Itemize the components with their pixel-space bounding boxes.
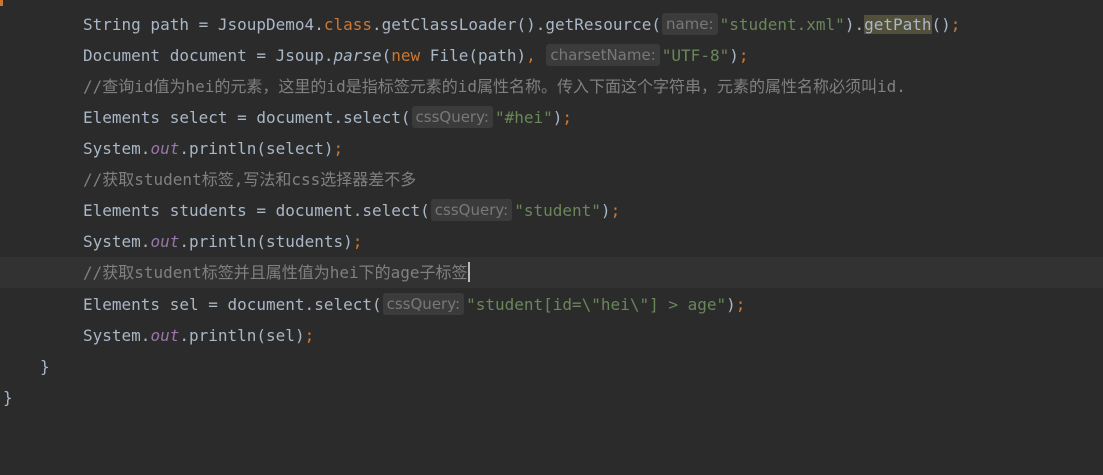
semicolon: ;: [562, 108, 573, 127]
code-line-9-current[interactable]: //获取student标签并且属性值为hei下的age子标签: [0, 257, 1103, 288]
closing-brace: }: [40, 357, 50, 376]
code-line-6[interactable]: //获取student标签,写法和css选择器差不多: [0, 164, 1103, 195]
code-token: .println(select): [179, 139, 334, 158]
semicolon: ;: [304, 326, 315, 345]
code-line-12[interactable]: }: [0, 351, 1103, 382]
code-token: Document document = Jsoup.: [83, 46, 334, 65]
code-token: Elements sel = document.select(: [83, 295, 382, 314]
code-editor[interactable]: String path = JsoupDemo4.class.getClassL…: [0, 0, 1103, 434]
semicolon: ;: [333, 139, 344, 158]
breakpoint-marker: [0, 0, 3, 6]
code-token: File(path): [420, 46, 527, 65]
code-token: .getClassLoader().getResource(: [372, 15, 661, 34]
parameter-hint: cssQuery:: [382, 293, 465, 315]
code-line-7[interactable]: Elements students = document.select(cssQ…: [0, 195, 1103, 226]
comment: //获取student标签,写法和css选择器差不多: [83, 170, 417, 189]
code-token: System.: [83, 139, 151, 158]
static-field: out: [150, 232, 180, 251]
code-line-5[interactable]: System.out.println(select);: [0, 133, 1103, 164]
code-token: (: [381, 46, 392, 65]
highlighted-method: getPath: [864, 15, 932, 34]
comment: //查询id值为hei的元素，这里的id是指标签元素的id属性名称。传入下面这个…: [83, 77, 906, 96]
string-literal: "UTF-8": [661, 46, 730, 65]
code-text: String path = JsoupDemo4.class.getClassL…: [83, 9, 960, 40]
semicolon: ;: [352, 232, 363, 251]
semicolon: ;: [735, 295, 746, 314]
semicolon: ;: [738, 46, 749, 65]
string-literal: "student[id=\"hei\"] > age": [466, 295, 727, 314]
code-token: .println(students): [179, 232, 353, 251]
closing-brace: }: [3, 388, 13, 407]
keyword-token: new: [391, 46, 421, 65]
code-text: System.out.println(sel);: [83, 320, 314, 351]
code-token: System.: [83, 232, 151, 251]
comma: ,: [526, 46, 536, 65]
code-text: Elements sel = document.select(cssQuery:…: [83, 289, 745, 320]
string-literal: "#hei": [494, 108, 553, 127]
semicolon: ;: [610, 201, 621, 220]
code-token: ): [726, 295, 736, 314]
text-caret: [467, 262, 470, 282]
static-method: parse: [333, 46, 382, 65]
code-text: System.out.println(students);: [83, 226, 362, 257]
code-token: ): [552, 108, 563, 127]
code-line-11[interactable]: System.out.println(sel);: [0, 320, 1103, 351]
code-line-13[interactable]: }: [0, 382, 1103, 413]
code-token: Elements students = document.select(: [83, 201, 430, 220]
static-field: out: [150, 139, 180, 158]
code-text: Document document = Jsoup.parse(new File…: [83, 40, 749, 71]
code-token: System.: [83, 326, 151, 345]
code-token: ): [729, 46, 739, 65]
parameter-hint: charsetName:: [546, 44, 660, 66]
parameter-hint: cssQuery:: [430, 199, 513, 221]
code-text: //获取student标签并且属性值为hei下的age子标签: [83, 257, 470, 288]
code-token: String path = JsoupDemo4.: [83, 15, 324, 34]
code-line-10[interactable]: Elements sel = document.select(cssQuery:…: [0, 289, 1103, 320]
static-field: out: [150, 326, 180, 345]
code-token: Elements select = document.select(: [83, 108, 411, 127]
code-token: (): [931, 15, 951, 34]
code-text: Elements select = document.select(cssQue…: [83, 102, 572, 133]
parameter-hint: name:: [661, 13, 718, 35]
code-line-2[interactable]: Document document = Jsoup.parse(new File…: [0, 40, 1103, 71]
semicolon: ;: [950, 15, 961, 34]
code-line-3[interactable]: //查询id值为hei的元素，这里的id是指标签元素的id属性名称。传入下面这个…: [0, 71, 1103, 102]
parameter-hint: cssQuery:: [411, 106, 493, 128]
comment: //获取student标签并且属性值为hei下的age子标签: [83, 263, 468, 282]
code-line-8[interactable]: System.out.println(students);: [0, 226, 1103, 257]
keyword-token: class: [323, 15, 372, 34]
code-token: ): [600, 201, 611, 220]
code-text: System.out.println(select);: [83, 133, 343, 164]
string-literal: "student": [514, 201, 601, 220]
code-line-1[interactable]: String path = JsoupDemo4.class.getClassL…: [0, 9, 1103, 40]
code-text: Elements students = document.select(cssQ…: [83, 195, 620, 226]
code-token: ).: [844, 15, 865, 34]
code-line-4[interactable]: Elements select = document.select(cssQue…: [0, 102, 1103, 133]
code-token: .println(sel): [179, 326, 305, 345]
string-literal: "student.xml": [719, 15, 845, 34]
